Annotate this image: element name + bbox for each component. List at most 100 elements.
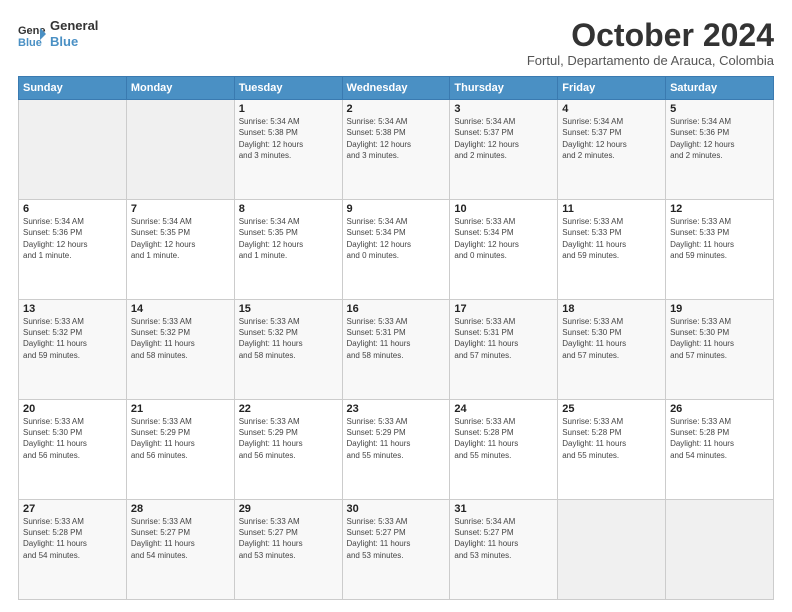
- calendar-cell: 28Sunrise: 5:33 AM Sunset: 5:27 PM Dayli…: [126, 500, 234, 600]
- calendar-cell: 20Sunrise: 5:33 AM Sunset: 5:30 PM Dayli…: [19, 400, 127, 500]
- day-info: Sunrise: 5:33 AM Sunset: 5:28 PM Dayligh…: [670, 416, 769, 461]
- calendar-header-row: SundayMondayTuesdayWednesdayThursdayFrid…: [19, 77, 774, 100]
- day-info: Sunrise: 5:34 AM Sunset: 5:35 PM Dayligh…: [131, 216, 230, 261]
- day-info: Sunrise: 5:33 AM Sunset: 5:29 PM Dayligh…: [131, 416, 230, 461]
- day-number: 19: [670, 303, 769, 315]
- day-number: 1: [239, 103, 338, 115]
- calendar-week-2: 6Sunrise: 5:34 AM Sunset: 5:36 PM Daylig…: [19, 200, 774, 300]
- calendar-cell: 14Sunrise: 5:33 AM Sunset: 5:32 PM Dayli…: [126, 300, 234, 400]
- header: General Blue General Blue October 2024 F…: [18, 18, 774, 68]
- day-number: 21: [131, 403, 230, 415]
- day-info: Sunrise: 5:33 AM Sunset: 5:30 PM Dayligh…: [562, 316, 661, 361]
- day-number: 22: [239, 403, 338, 415]
- calendar-week-3: 13Sunrise: 5:33 AM Sunset: 5:32 PM Dayli…: [19, 300, 774, 400]
- day-info: Sunrise: 5:33 AM Sunset: 5:32 PM Dayligh…: [131, 316, 230, 361]
- day-number: 26: [670, 403, 769, 415]
- location: Fortul, Departamento de Arauca, Colombia: [527, 53, 774, 68]
- day-number: 16: [347, 303, 446, 315]
- day-number: 11: [562, 203, 661, 215]
- calendar-cell: [666, 500, 774, 600]
- day-info: Sunrise: 5:33 AM Sunset: 5:28 PM Dayligh…: [562, 416, 661, 461]
- day-info: Sunrise: 5:34 AM Sunset: 5:36 PM Dayligh…: [670, 116, 769, 161]
- calendar-cell: 22Sunrise: 5:33 AM Sunset: 5:29 PM Dayli…: [234, 400, 342, 500]
- calendar-cell: 8Sunrise: 5:34 AM Sunset: 5:35 PM Daylig…: [234, 200, 342, 300]
- day-number: 30: [347, 503, 446, 515]
- day-number: 7: [131, 203, 230, 215]
- day-info: Sunrise: 5:33 AM Sunset: 5:32 PM Dayligh…: [23, 316, 122, 361]
- calendar-cell: 2Sunrise: 5:34 AM Sunset: 5:38 PM Daylig…: [342, 100, 450, 200]
- day-number: 12: [670, 203, 769, 215]
- day-number: 8: [239, 203, 338, 215]
- day-info: Sunrise: 5:34 AM Sunset: 5:34 PM Dayligh…: [347, 216, 446, 261]
- day-info: Sunrise: 5:33 AM Sunset: 5:31 PM Dayligh…: [454, 316, 553, 361]
- calendar-cell: 27Sunrise: 5:33 AM Sunset: 5:28 PM Dayli…: [19, 500, 127, 600]
- day-number: 10: [454, 203, 553, 215]
- calendar-cell: 16Sunrise: 5:33 AM Sunset: 5:31 PM Dayli…: [342, 300, 450, 400]
- day-number: 31: [454, 503, 553, 515]
- day-number: 28: [131, 503, 230, 515]
- day-info: Sunrise: 5:33 AM Sunset: 5:34 PM Dayligh…: [454, 216, 553, 261]
- day-number: 17: [454, 303, 553, 315]
- day-info: Sunrise: 5:33 AM Sunset: 5:27 PM Dayligh…: [347, 516, 446, 561]
- day-info: Sunrise: 5:33 AM Sunset: 5:27 PM Dayligh…: [131, 516, 230, 561]
- page: General Blue General Blue October 2024 F…: [0, 0, 792, 612]
- logo-text: General Blue: [50, 18, 98, 49]
- calendar-week-4: 20Sunrise: 5:33 AM Sunset: 5:30 PM Dayli…: [19, 400, 774, 500]
- day-info: Sunrise: 5:33 AM Sunset: 5:33 PM Dayligh…: [562, 216, 661, 261]
- day-info: Sunrise: 5:33 AM Sunset: 5:27 PM Dayligh…: [239, 516, 338, 561]
- day-info: Sunrise: 5:33 AM Sunset: 5:28 PM Dayligh…: [23, 516, 122, 561]
- calendar-cell: 7Sunrise: 5:34 AM Sunset: 5:35 PM Daylig…: [126, 200, 234, 300]
- day-info: Sunrise: 5:34 AM Sunset: 5:27 PM Dayligh…: [454, 516, 553, 561]
- logo-icon: General Blue: [18, 20, 46, 48]
- day-info: Sunrise: 5:34 AM Sunset: 5:37 PM Dayligh…: [454, 116, 553, 161]
- calendar-cell: 1Sunrise: 5:34 AM Sunset: 5:38 PM Daylig…: [234, 100, 342, 200]
- calendar-cell: 21Sunrise: 5:33 AM Sunset: 5:29 PM Dayli…: [126, 400, 234, 500]
- calendar-header-saturday: Saturday: [666, 77, 774, 100]
- day-number: 29: [239, 503, 338, 515]
- month-title: October 2024: [527, 18, 774, 53]
- calendar-cell: 3Sunrise: 5:34 AM Sunset: 5:37 PM Daylig…: [450, 100, 558, 200]
- calendar-cell: [558, 500, 666, 600]
- calendar-cell: [19, 100, 127, 200]
- day-number: 9: [347, 203, 446, 215]
- day-info: Sunrise: 5:33 AM Sunset: 5:31 PM Dayligh…: [347, 316, 446, 361]
- calendar-cell: 31Sunrise: 5:34 AM Sunset: 5:27 PM Dayli…: [450, 500, 558, 600]
- day-info: Sunrise: 5:33 AM Sunset: 5:32 PM Dayligh…: [239, 316, 338, 361]
- day-number: 3: [454, 103, 553, 115]
- calendar-cell: 17Sunrise: 5:33 AM Sunset: 5:31 PM Dayli…: [450, 300, 558, 400]
- day-info: Sunrise: 5:33 AM Sunset: 5:29 PM Dayligh…: [239, 416, 338, 461]
- calendar-header-wednesday: Wednesday: [342, 77, 450, 100]
- day-number: 15: [239, 303, 338, 315]
- day-number: 5: [670, 103, 769, 115]
- day-info: Sunrise: 5:33 AM Sunset: 5:30 PM Dayligh…: [670, 316, 769, 361]
- calendar: SundayMondayTuesdayWednesdayThursdayFrid…: [18, 76, 774, 600]
- day-info: Sunrise: 5:33 AM Sunset: 5:30 PM Dayligh…: [23, 416, 122, 461]
- calendar-cell: 18Sunrise: 5:33 AM Sunset: 5:30 PM Dayli…: [558, 300, 666, 400]
- calendar-cell: 6Sunrise: 5:34 AM Sunset: 5:36 PM Daylig…: [19, 200, 127, 300]
- day-number: 13: [23, 303, 122, 315]
- calendar-cell: 13Sunrise: 5:33 AM Sunset: 5:32 PM Dayli…: [19, 300, 127, 400]
- day-info: Sunrise: 5:33 AM Sunset: 5:28 PM Dayligh…: [454, 416, 553, 461]
- calendar-cell: 30Sunrise: 5:33 AM Sunset: 5:27 PM Dayli…: [342, 500, 450, 600]
- calendar-cell: 19Sunrise: 5:33 AM Sunset: 5:30 PM Dayli…: [666, 300, 774, 400]
- calendar-cell: 23Sunrise: 5:33 AM Sunset: 5:29 PM Dayli…: [342, 400, 450, 500]
- day-info: Sunrise: 5:34 AM Sunset: 5:36 PM Dayligh…: [23, 216, 122, 261]
- day-number: 23: [347, 403, 446, 415]
- calendar-cell: 5Sunrise: 5:34 AM Sunset: 5:36 PM Daylig…: [666, 100, 774, 200]
- day-info: Sunrise: 5:33 AM Sunset: 5:29 PM Dayligh…: [347, 416, 446, 461]
- calendar-cell: 9Sunrise: 5:34 AM Sunset: 5:34 PM Daylig…: [342, 200, 450, 300]
- day-number: 6: [23, 203, 122, 215]
- calendar-cell: [126, 100, 234, 200]
- calendar-cell: 15Sunrise: 5:33 AM Sunset: 5:32 PM Dayli…: [234, 300, 342, 400]
- day-number: 27: [23, 503, 122, 515]
- calendar-cell: 26Sunrise: 5:33 AM Sunset: 5:28 PM Dayli…: [666, 400, 774, 500]
- title-block: October 2024 Fortul, Departamento de Ara…: [527, 18, 774, 68]
- day-number: 18: [562, 303, 661, 315]
- calendar-cell: 25Sunrise: 5:33 AM Sunset: 5:28 PM Dayli…: [558, 400, 666, 500]
- calendar-cell: 29Sunrise: 5:33 AM Sunset: 5:27 PM Dayli…: [234, 500, 342, 600]
- day-info: Sunrise: 5:34 AM Sunset: 5:38 PM Dayligh…: [347, 116, 446, 161]
- calendar-week-5: 27Sunrise: 5:33 AM Sunset: 5:28 PM Dayli…: [19, 500, 774, 600]
- calendar-header-monday: Monday: [126, 77, 234, 100]
- calendar-header-thursday: Thursday: [450, 77, 558, 100]
- calendar-cell: 24Sunrise: 5:33 AM Sunset: 5:28 PM Dayli…: [450, 400, 558, 500]
